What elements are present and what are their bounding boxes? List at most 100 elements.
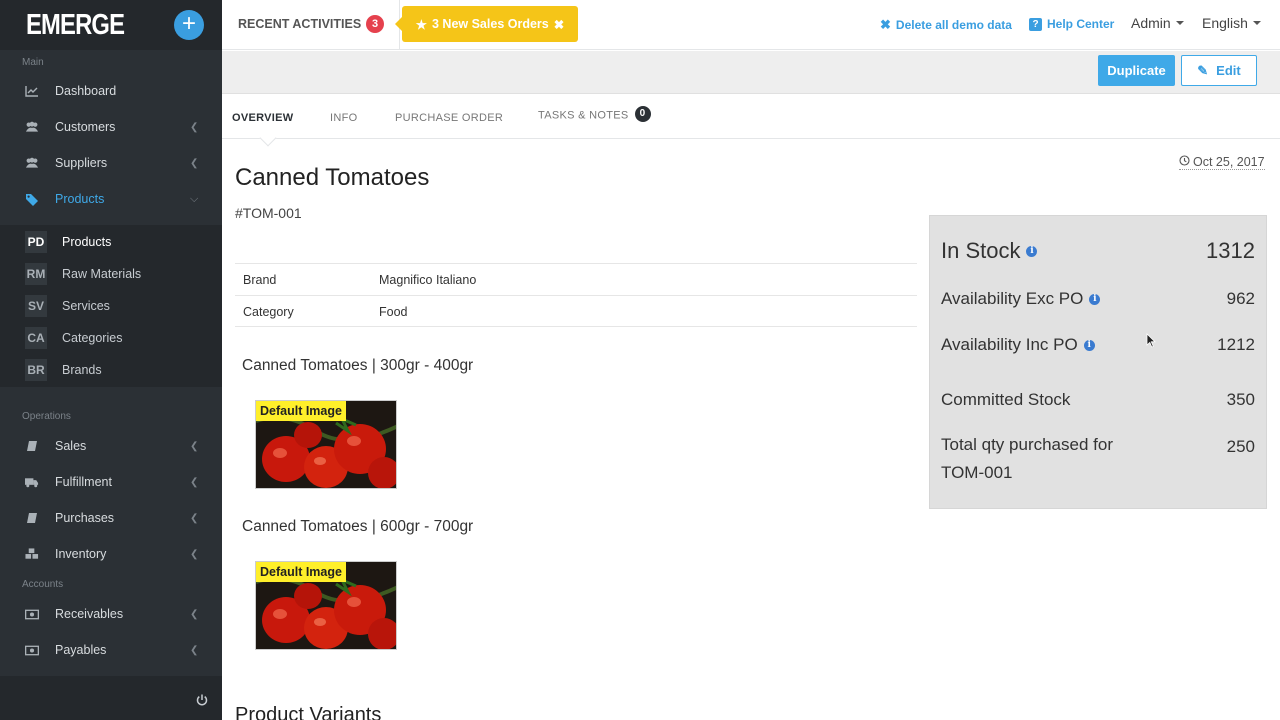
stock-label: Committed Stock — [941, 390, 1071, 409]
info-icon[interactable]: i — [1083, 339, 1095, 351]
section-label-operations: Operations — [22, 411, 71, 422]
chevron-left-icon: ❮ — [190, 476, 199, 488]
submenu-label: Services — [62, 299, 110, 313]
sidebar-item-fulfillment[interactable]: Fulfillment ❮ — [0, 464, 222, 500]
variant-title: Canned Tomatoes | 300gr - 400gr — [242, 357, 474, 374]
tags-icon — [25, 192, 39, 206]
delete-demo-data-link[interactable]: ✖ Delete all demo data — [880, 17, 1012, 33]
section-label-main: Main — [22, 57, 44, 68]
recent-activities-count-badge: 3 — [366, 15, 384, 33]
edit-label: Edit — [1216, 63, 1241, 78]
submenu-item-raw-materials[interactable]: RM Raw Materials — [0, 258, 222, 290]
cubes-icon — [25, 547, 39, 561]
top-bar: RECENT ACTIVITIES 3 ★ 3 New Sales Orders… — [222, 0, 1280, 50]
language-dropdown[interactable]: English — [1202, 15, 1261, 31]
section-label-accounts: Accounts — [22, 579, 64, 590]
attribute-value: Magnifico Italiano — [379, 273, 477, 287]
date-text: Oct 25, 2017 — [1193, 155, 1265, 169]
tab-purchase-order[interactable]: PURCHASE ORDER — [395, 112, 503, 124]
help-center-link[interactable]: ? Help Center — [1029, 17, 1114, 31]
sidebar-item-label: Purchases — [55, 511, 115, 525]
product-date[interactable]: Oct 25, 2017 — [1179, 155, 1265, 170]
stock-label: In Stock — [941, 238, 1021, 263]
submenu-item-products[interactable]: PD Products — [0, 226, 222, 258]
attribute-row-category: Category Food — [235, 295, 917, 327]
tab-overview[interactable]: OVERVIEW — [232, 112, 294, 124]
info-icon[interactable]: i — [1089, 293, 1101, 305]
truck-icon — [25, 475, 39, 489]
duplicate-button[interactable]: Duplicate — [1098, 55, 1175, 86]
variant-image[interactable]: Default Image — [255, 400, 397, 489]
money-icon — [25, 607, 39, 621]
sidebar-item-label: Suppliers — [55, 156, 108, 170]
close-icon: ✖ — [880, 17, 891, 32]
close-icon[interactable]: ✖ — [554, 17, 564, 32]
question-icon: ? — [1029, 17, 1042, 31]
stock-value: 962 — [1226, 289, 1255, 308]
product-title: Canned Tomatoes — [235, 164, 430, 191]
sidebar-item-suppliers[interactable]: Suppliers ❮ — [0, 145, 222, 181]
user-label: Admin — [1131, 15, 1171, 31]
sidebar-item-dashboard[interactable]: Dashboard — [0, 73, 222, 109]
users-icon — [25, 120, 39, 134]
default-image-label: Default Image — [256, 401, 346, 421]
sidebar-item-label: Payables — [55, 643, 107, 657]
notification-text: 3 New Sales Orders — [432, 17, 549, 31]
chevron-left-icon: ❮ — [190, 548, 199, 560]
submenu-label: Raw Materials — [62, 267, 142, 281]
sidebar-item-label: Dashboard — [55, 84, 117, 98]
sidebar-item-label: Receivables — [55, 607, 124, 621]
submenu-item-services[interactable]: SV Services — [0, 290, 222, 322]
action-bar: Duplicate ✎ Edit — [222, 51, 1280, 94]
sidebar-item-customers[interactable]: Customers ❮ — [0, 109, 222, 145]
sidebar-item-label: Inventory — [55, 547, 107, 561]
sidebar-item-products[interactable]: Products ⌵ — [0, 181, 222, 217]
new-sales-orders-notification[interactable]: ★ 3 New Sales Orders ✖ — [395, 6, 578, 42]
attribute-key: Brand — [243, 273, 277, 287]
attribute-row-brand: Brand Magnifico Italiano — [235, 263, 917, 295]
mouse-cursor-icon — [1146, 333, 1156, 353]
stock-value: 1312 — [1206, 238, 1255, 263]
chevron-left-icon: ❮ — [190, 121, 199, 133]
admin-user-dropdown[interactable]: Admin — [1131, 15, 1184, 31]
chevron-left-icon: ❮ — [190, 608, 199, 620]
sidebar: EMERGE + Main Dashboard Customers ❮ Supp… — [0, 0, 222, 720]
edit-button[interactable]: ✎ Edit — [1181, 55, 1257, 86]
sidebar-item-payables[interactable]: Payables ❮ — [0, 632, 222, 668]
variant-image[interactable]: Default Image — [255, 561, 397, 650]
submenu-label: Brands — [62, 363, 102, 377]
users-icon — [25, 156, 39, 170]
tab-info[interactable]: INFO — [330, 112, 357, 124]
stock-row-total-purchased: Total qty purchased for TOM-001 250 — [941, 435, 1255, 497]
sidebar-item-inventory[interactable]: Inventory ❮ — [0, 536, 222, 572]
sidebar-item-receivables[interactable]: Receivables ❮ — [0, 596, 222, 632]
tab-tasks-notes[interactable]: TASKS & NOTES 0 — [538, 106, 651, 122]
chevron-left-icon: ❮ — [190, 157, 199, 169]
help-center-label: Help Center — [1047, 17, 1115, 31]
power-icon[interactable] — [196, 693, 208, 711]
stock-value: 1212 — [1217, 335, 1255, 354]
submenu-abbr: RM — [25, 263, 47, 285]
stock-label-sku: TOM-001 — [941, 463, 1013, 482]
stock-label: Total qty purchased for — [941, 435, 1113, 454]
submenu-item-categories[interactable]: CA Categories — [0, 322, 222, 354]
sidebar-item-purchases[interactable]: Purchases ❮ — [0, 500, 222, 536]
tab-label: TASKS & NOTES — [538, 109, 629, 122]
app-logo[interactable]: EMERGE — [26, 9, 125, 42]
delete-demo-data-label: Delete all demo data — [895, 18, 1012, 32]
sidebar-item-sales[interactable]: Sales ❮ — [0, 428, 222, 464]
product-variants-heading: Product Variants — [235, 704, 382, 720]
money-icon — [25, 643, 39, 657]
stock-value: 350 — [1226, 390, 1255, 409]
add-new-button[interactable]: + — [174, 10, 204, 40]
chevron-left-icon: ❮ — [190, 512, 199, 524]
submenu-item-brands[interactable]: BR Brands — [0, 354, 222, 386]
attribute-value: Food — [379, 305, 408, 319]
caret-down-icon — [1252, 21, 1261, 25]
recent-activities-link[interactable]: RECENT ACTIVITIES — [238, 17, 361, 31]
info-icon[interactable]: i — [1026, 245, 1038, 257]
submenu-abbr: BR — [25, 359, 47, 381]
sidebar-item-label: Products — [55, 192, 105, 206]
attribute-key: Category — [243, 305, 294, 319]
submenu-label: Categories — [62, 331, 123, 345]
